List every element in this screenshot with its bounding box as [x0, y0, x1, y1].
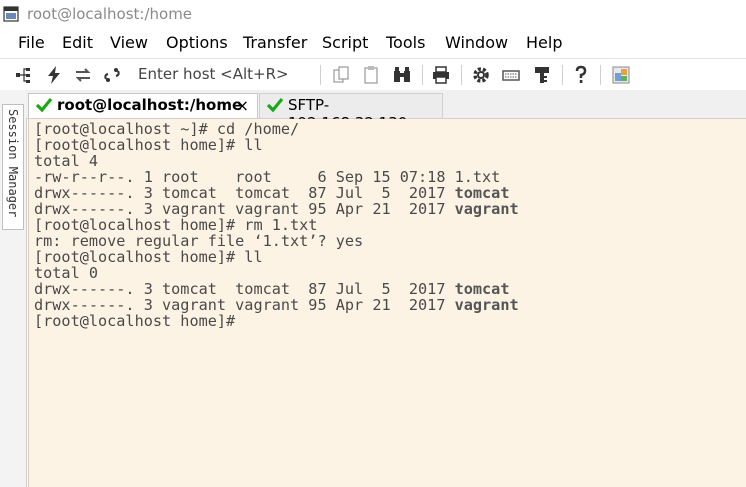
directory-name: vagrant — [454, 200, 519, 218]
menu-bar: File Edit View Options Transfer Script T… — [0, 30, 746, 58]
settings-icon[interactable] — [471, 65, 491, 85]
terminal-line: total 4 — [34, 152, 99, 170]
toolbar-separator — [562, 65, 563, 85]
connected-check-icon — [35, 97, 53, 113]
terminal-line: [root@localhost ~]# cd /home/ — [34, 120, 300, 138]
tab-sftp[interactable]: SFTP-192.168.32.130 — [259, 93, 443, 132]
terminal-line: drwx------. 3 tomcat tomcat 87 Jul 5 201… — [34, 184, 510, 202]
menu-script[interactable]: Script — [322, 33, 368, 52]
help-icon[interactable] — [571, 65, 591, 85]
terminal-line: drwx------. 3 vagrant vagrant 95 Apr 21 … — [34, 296, 519, 314]
toolbar — [0, 58, 746, 91]
paste-icon[interactable] — [361, 65, 381, 85]
menu-file[interactable]: File — [18, 33, 45, 52]
menu-view[interactable]: View — [110, 33, 148, 52]
lightning-icon[interactable] — [44, 65, 64, 85]
terminal-line: [root@localhost home]# ll — [34, 248, 263, 266]
keymap-icon[interactable] — [501, 65, 521, 85]
terminal-line: [root@localhost home]# rm 1.txt — [34, 216, 318, 234]
terminal-output[interactable]: [root@localhost ~]# cd /home/ [root@loca… — [28, 119, 746, 487]
toolbar-separator — [422, 65, 423, 85]
menu-options[interactable]: Options — [166, 33, 228, 52]
window-title: root@localhost:/home — [27, 5, 193, 23]
terminal-line: [root@localhost home]# ll — [34, 136, 263, 154]
tab-label: root@localhost:/home — [57, 96, 243, 114]
toolbar-separator — [600, 65, 601, 85]
key-icon[interactable] — [532, 65, 552, 85]
menu-transfer[interactable]: Transfer — [243, 33, 307, 52]
copy-icon[interactable] — [331, 65, 351, 85]
find-icon[interactable] — [392, 65, 412, 85]
connected-check-icon — [266, 97, 284, 113]
directory-name: vagrant — [454, 296, 519, 314]
menu-window[interactable]: Window — [445, 33, 508, 52]
menu-edit[interactable]: Edit — [62, 33, 93, 52]
title-bar: root@localhost:/home — [0, 0, 746, 30]
menu-help[interactable]: Help — [526, 33, 562, 52]
sftp-app-icon[interactable] — [611, 65, 631, 85]
tab-close-button[interactable]: × — [236, 96, 249, 115]
disconnect-icon[interactable] — [102, 65, 122, 85]
terminal-line: total 0 — [34, 264, 99, 282]
terminal-cursor — [244, 314, 253, 328]
securecrt-app-icon — [3, 6, 19, 22]
connect-icon[interactable] — [14, 65, 34, 85]
session-manager-label: Session Manager — [6, 109, 20, 218]
menu-tools[interactable]: Tools — [386, 33, 425, 52]
reconnect-icon[interactable] — [73, 65, 93, 85]
terminal-line: -rw-r--r--. 1 root root 6 Sep 15 07:18 1… — [34, 168, 501, 186]
session-tab-bar: root@localhost:/home × SFTP-192.168.32.1… — [26, 90, 746, 132]
tab-root-localhost[interactable]: root@localhost:/home × — [28, 93, 258, 118]
toolbar-separator — [461, 65, 462, 85]
print-icon[interactable] — [431, 65, 451, 85]
session-manager-tab[interactable]: Session Manager — [2, 104, 24, 230]
toolbar-separator — [320, 65, 321, 85]
host-input[interactable] — [132, 63, 324, 85]
session-manager-sidebar: Session Manager — [0, 90, 27, 487]
terminal-prompt-line: [root@localhost home]# — [34, 313, 746, 329]
terminal-line: drwx------. 3 tomcat tomcat 87 Jul 5 201… — [34, 280, 510, 298]
terminal-line: drwx------. 3 vagrant vagrant 95 Apr 21 … — [34, 200, 519, 218]
terminal-line: rm: remove regular file ‘1.txt’? yes — [34, 232, 364, 250]
